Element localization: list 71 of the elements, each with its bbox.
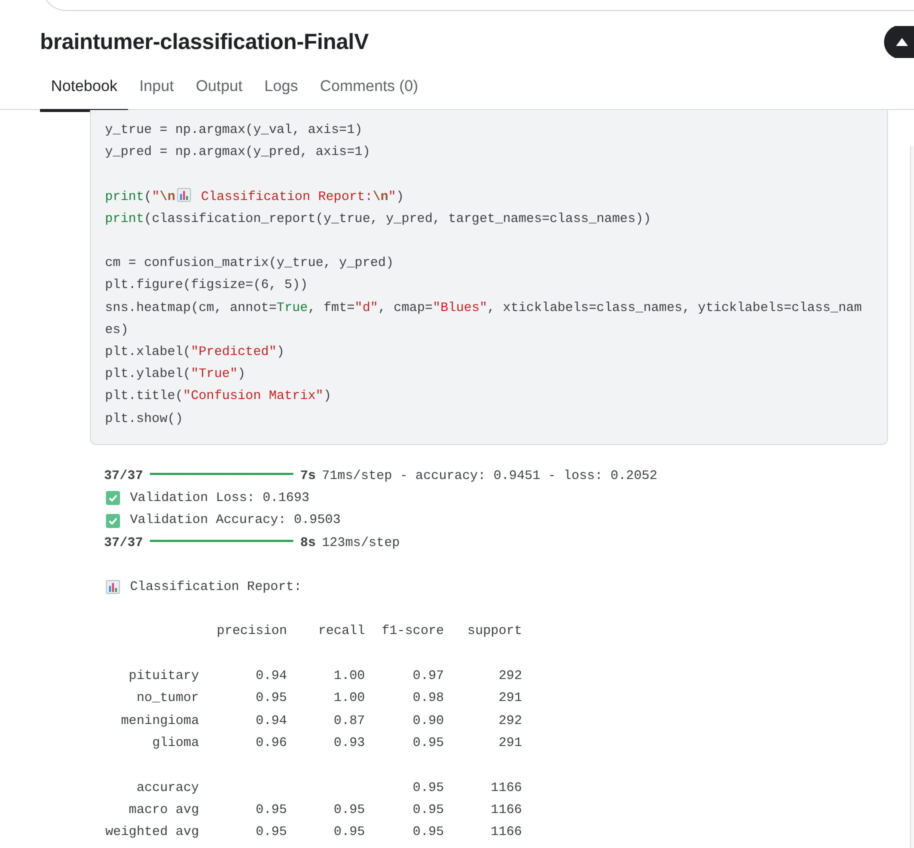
- tab[interactable]: Logs: [253, 70, 309, 112]
- table-cell-text: 0.95: [332, 823, 365, 842]
- table-cell-text: 1.00: [332, 689, 365, 708]
- table-cell-text: 291: [498, 734, 522, 752]
- table-cell-text: 0.94: [254, 667, 287, 686]
- table-cell-text: 0.97: [412, 667, 444, 686]
- row-label: glioma: [151, 734, 199, 752]
- table-cell-text: 0.95: [254, 689, 287, 708]
- table-cell-text: 0.95: [254, 823, 287, 842]
- row-label: macro avg: [128, 800, 199, 819]
- code-line: plt.show(): [105, 410, 184, 428]
- result-text: Validation Loss: 0.1693: [130, 489, 310, 508]
- row-label: pituitary: [128, 667, 199, 686]
- notebook-title: braintumer-classification-FinalV: [40, 29, 369, 55]
- tab[interactable]: Input: [128, 70, 185, 112]
- column-header: f1-score: [380, 622, 444, 640]
- table-cell-text: 292: [498, 667, 522, 686]
- checkmark-icon: [106, 514, 120, 528]
- code-line: print(classification_report(y_true, y_pred, target_names=class_names)): [105, 210, 652, 228]
- report-heading: Classification Report:: [130, 578, 302, 596]
- progress-text: 123ms/step: [322, 534, 400, 552]
- tab[interactable]: Comments (0): [309, 70, 430, 112]
- table-cell-text: 0.98: [412, 689, 444, 708]
- table-cell-text: 0.87: [332, 712, 365, 730]
- table-cell-text: 0.95: [412, 800, 444, 819]
- table-cell-text: 1166: [490, 823, 522, 842]
- table-cell-text: 0.95: [412, 823, 444, 842]
- table-cell-text: 292: [498, 712, 522, 730]
- table-cell-text: 1.00: [332, 667, 365, 686]
- scroll-up-button[interactable]: [884, 26, 914, 58]
- table-cell-text: 0.95: [412, 734, 444, 752]
- checkmark-icon: [106, 491, 120, 506]
- row-label: no_tumor: [136, 689, 199, 708]
- table-cell-text: 0.96: [254, 734, 287, 752]
- table-cell-text: 291: [498, 689, 522, 708]
- table-cell-text: 0.95: [412, 778, 444, 796]
- table-cell-text: 0.94: [254, 712, 287, 730]
- bar-chart-icon: [106, 580, 120, 594]
- up-triangle-icon: [896, 38, 908, 46]
- code-line: es): [105, 320, 130, 339]
- progress-label: ━━━━━━━━━━━━━━━━━━━━: [150, 536, 294, 549]
- code-line: print("\n Classification Report:\n"): [105, 186, 405, 206]
- code-line: cm = confusion_matrix(y_true, y_pred): [105, 254, 395, 272]
- table-cell-text: 0.90: [412, 712, 444, 730]
- table-cell-text: 0.95: [332, 800, 365, 819]
- code-line: sns.heatmap(cm, annot=True, fmt="d", cmap="Blues", xticklabels=class_names, yticklabels=class_nam: [105, 298, 863, 317]
- bar-chart-icon: [177, 188, 192, 202]
- table-cell-text: 1166: [490, 800, 522, 819]
- table-cell-text: 0.95: [254, 800, 287, 819]
- column-header: support: [466, 622, 522, 640]
- column-header: recall: [317, 622, 365, 640]
- row-label: accuracy: [136, 778, 199, 796]
- code-line: plt.xlabel("Predicted"): [105, 343, 286, 362]
- step-count: 37/37: [104, 534, 144, 552]
- elapsed-time: 7s: [300, 467, 316, 485]
- tab[interactable]: Output: [184, 70, 254, 112]
- column-header: precision: [216, 622, 287, 640]
- progress-text: 71ms/step - accuracy: 0.9451 - loss: 0.2052: [322, 467, 658, 485]
- code-line: y_true = np.argmax(y_val, axis=1): [105, 121, 364, 139]
- row-label: meningioma: [120, 712, 199, 730]
- code-line: plt.figure(figsize=(6, 5)): [105, 276, 309, 294]
- table-cell-text: 0.93: [332, 734, 365, 752]
- step-count: 37/37: [104, 467, 144, 485]
- code-line: plt.ylabel("True"): [105, 365, 246, 384]
- code-line: plt.title("Confusion Matrix"): [105, 387, 332, 406]
- table-cell-text: 1166: [490, 778, 522, 796]
- elapsed-time: 8s: [300, 534, 316, 552]
- row-label: weighted avg: [104, 823, 199, 842]
- code-line: y_pred = np.argmax(y_pred, axis=1): [105, 143, 372, 162]
- progress-label: ━━━━━━━━━━━━━━━━━━━━: [150, 470, 294, 482]
- result-text: Validation Accuracy: 0.9503: [130, 511, 341, 530]
